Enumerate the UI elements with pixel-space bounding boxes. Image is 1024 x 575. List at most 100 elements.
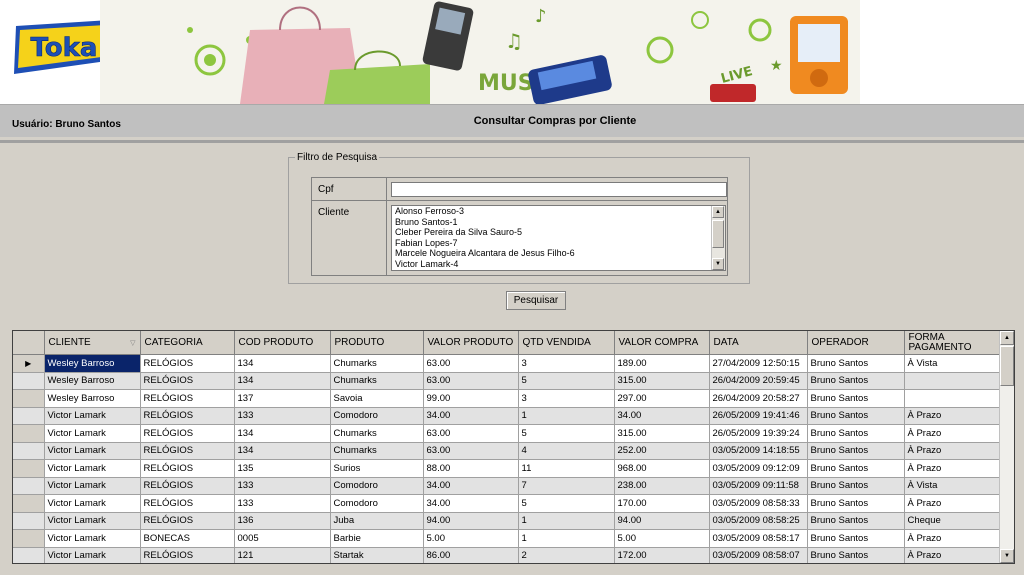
table-cell[interactable]: 968.00 [614, 459, 710, 478]
table-cell[interactable]: 86.00 [423, 547, 519, 563]
table-cell[interactable]: BONECAS [140, 529, 235, 548]
table-row[interactable]: Victor Lamark BONECAS 0005 Barbie 5.00 1 5.00 0… [13, 529, 1001, 548]
table-cell[interactable]: Bruno Santos [807, 529, 905, 548]
row-header[interactable] [13, 512, 45, 530]
table-cell[interactable]: Juba [330, 512, 424, 530]
row-header[interactable] [13, 372, 45, 390]
table-cell[interactable]: Wesley Barroso [44, 354, 141, 373]
table-cell[interactable]: Bruno Santos [807, 494, 905, 513]
table-cell[interactable]: 170.00 [614, 494, 710, 513]
table-cell[interactable]: Chumarks [330, 442, 424, 460]
table-cell[interactable]: Comodoro [330, 407, 424, 425]
table-cell[interactable]: RELÓGIOS [140, 424, 235, 443]
table-cell[interactable]: Victor Lamark [44, 547, 141, 563]
column-header[interactable]: PRODUTO [330, 331, 424, 355]
table-cell[interactable]: 63.00 [423, 354, 519, 373]
row-header[interactable] [13, 442, 45, 460]
table-cell[interactable]: 189.00 [614, 354, 710, 373]
table-cell[interactable]: RELÓGIOS [140, 354, 235, 373]
cpf-input[interactable] [391, 182, 727, 197]
table-cell[interactable]: 134 [234, 442, 331, 460]
scroll-down-arrow-icon[interactable]: ▼ [712, 258, 724, 270]
table-cell[interactable]: 63.00 [423, 424, 519, 443]
table-cell[interactable]: Victor Lamark [44, 424, 141, 443]
table-cell[interactable]: Victor Lamark [44, 529, 141, 548]
table-cell[interactable]: 121 [234, 547, 331, 563]
table-cell[interactable]: 03/05/2009 08:58:07 [709, 547, 808, 563]
table-cell[interactable]: Comodoro [330, 494, 424, 513]
table-cell[interactable]: Wesley Barroso [44, 372, 141, 390]
table-cell[interactable]: Victor Lamark [44, 459, 141, 478]
cliente-option[interactable]: Cleber Pereira da Silva Sauro-5 [392, 227, 725, 238]
table-cell[interactable]: À Prazo [904, 407, 1001, 425]
table-cell[interactable]: Bruno Santos [807, 477, 905, 495]
table-cell[interactable]: RELÓGIOS [140, 389, 235, 408]
pesquisar-button[interactable]: Pesquisar [506, 291, 566, 310]
table-cell[interactable]: 34.00 [614, 407, 710, 425]
table-cell[interactable]: 03/05/2009 08:58:25 [709, 512, 808, 530]
table-cell[interactable]: 03/05/2009 08:58:33 [709, 494, 808, 513]
table-cell[interactable]: À Prazo [904, 459, 1001, 478]
table-cell[interactable]: 03/05/2009 14:18:55 [709, 442, 808, 460]
column-header[interactable]: DATA [709, 331, 808, 355]
table-row[interactable]: Wesley Barroso RELÓGIOS 137 Savoia 99.00 3 297… [13, 389, 1001, 408]
grid-vertical-scrollbar[interactable]: ▲ ▼ [999, 331, 1014, 563]
table-cell[interactable]: À Prazo [904, 529, 1001, 548]
cliente-option[interactable]: Victor Lamark-4 [392, 259, 725, 270]
table-cell[interactable]: À Prazo [904, 424, 1001, 443]
row-header[interactable] [13, 407, 45, 425]
table-cell[interactable]: 172.00 [614, 547, 710, 563]
table-cell[interactable]: RELÓGIOS [140, 477, 235, 495]
table-cell[interactable]: RELÓGIOS [140, 512, 235, 530]
table-cell[interactable]: 1 [518, 407, 615, 425]
cliente-option[interactable]: Marcele Nogueira Alcantara de Jesus Filh… [392, 248, 725, 259]
table-cell[interactable]: 5 [518, 372, 615, 390]
table-cell[interactable]: Victor Lamark [44, 442, 141, 460]
row-header[interactable]: ▶ [13, 354, 45, 373]
table-cell[interactable]: Bruno Santos [807, 459, 905, 478]
column-header[interactable]: CATEGORIA [140, 331, 235, 355]
row-header[interactable] [13, 424, 45, 443]
table-cell[interactable]: Victor Lamark [44, 477, 141, 495]
table-cell[interactable]: Bruno Santos [807, 512, 905, 530]
table-cell[interactable]: Victor Lamark [44, 494, 141, 513]
table-cell[interactable]: À Vista [904, 354, 1001, 373]
table-cell[interactable]: 03/05/2009 09:11:58 [709, 477, 808, 495]
column-header[interactable]: OPERADOR [807, 331, 905, 355]
table-row[interactable]: Victor Lamark RELÓGIOS 121 Startak 86.00 2 172… [13, 547, 1001, 563]
table-cell[interactable]: 03/05/2009 09:12:09 [709, 459, 808, 478]
table-cell[interactable]: 5 [518, 424, 615, 443]
table-cell[interactable]: Victor Lamark [44, 512, 141, 530]
table-cell[interactable]: Bruno Santos [807, 372, 905, 390]
table-row[interactable]: Victor Lamark RELÓGIOS 133 Comodoro 34.00 5 17… [13, 494, 1001, 513]
row-header[interactable] [13, 529, 45, 548]
row-header[interactable] [13, 477, 45, 495]
table-cell[interactable]: À Vista [904, 477, 1001, 495]
table-cell[interactable]: Barbie [330, 529, 424, 548]
table-cell[interactable]: Bruno Santos [807, 424, 905, 443]
grid-scroll-up-arrow-icon[interactable]: ▲ [1000, 331, 1014, 345]
table-cell[interactable]: 136 [234, 512, 331, 530]
table-cell[interactable]: 238.00 [614, 477, 710, 495]
table-cell[interactable]: 3 [518, 354, 615, 373]
table-cell[interactable]: 26/04/2009 20:58:27 [709, 389, 808, 408]
table-row[interactable]: Victor Lamark RELÓGIOS 134 Chumarks 63.00 5 31… [13, 424, 1001, 443]
table-cell[interactable]: Surios [330, 459, 424, 478]
table-cell[interactable]: Bruno Santos [807, 389, 905, 408]
table-cell[interactable]: Bruno Santos [807, 407, 905, 425]
scroll-thumb[interactable] [712, 220, 724, 248]
cliente-listbox-scrollbar[interactable]: ▲ ▼ [711, 206, 725, 270]
table-cell[interactable] [904, 372, 1001, 390]
table-cell[interactable]: 133 [234, 407, 331, 425]
table-cell[interactable]: 63.00 [423, 372, 519, 390]
table-row[interactable]: Victor Lamark RELÓGIOS 133 Comodoro 34.00 1 34… [13, 407, 1001, 425]
table-cell[interactable]: 5 [518, 494, 615, 513]
table-cell[interactable]: Bruno Santos [807, 547, 905, 563]
table-cell[interactable]: Chumarks [330, 424, 424, 443]
table-cell[interactable]: 137 [234, 389, 331, 408]
table-cell[interactable]: 34.00 [423, 494, 519, 513]
table-cell[interactable]: RELÓGIOS [140, 494, 235, 513]
table-row[interactable]: Wesley Barroso RELÓGIOS 134 Chumarks 63.00 5 3… [13, 372, 1001, 390]
table-cell[interactable]: 27/04/2009 12:50:15 [709, 354, 808, 373]
row-header[interactable] [13, 547, 45, 563]
